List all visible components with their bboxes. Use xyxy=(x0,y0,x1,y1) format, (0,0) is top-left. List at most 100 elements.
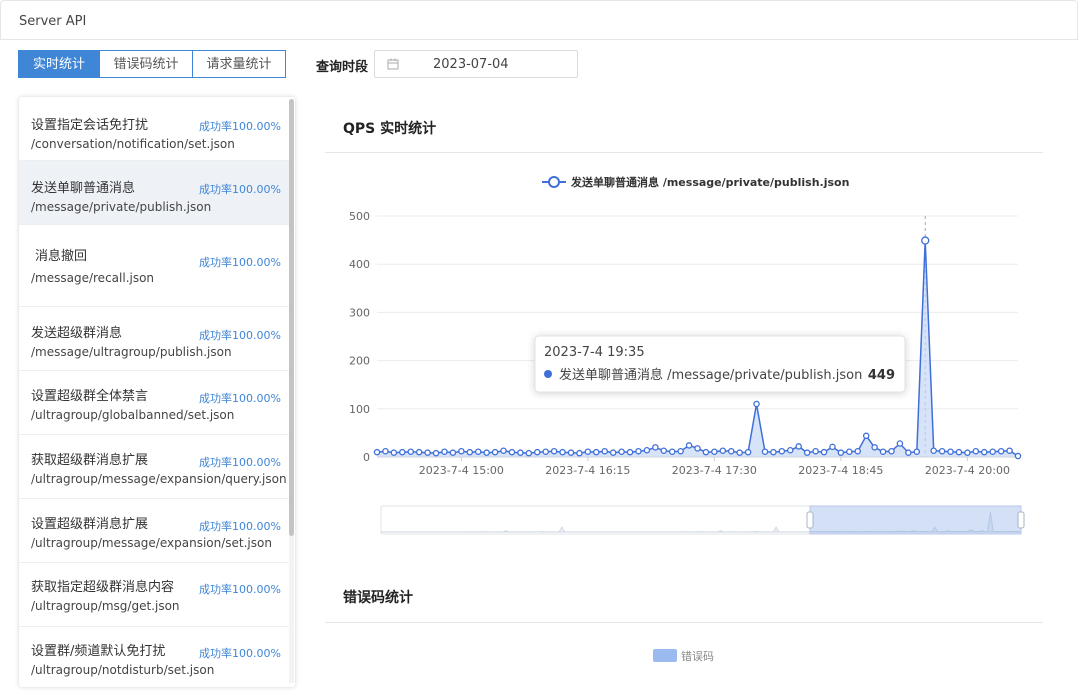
list-item-selected[interactable]: 发送单聊普通消息 成功率100.00% /message/private/pub… xyxy=(19,161,289,225)
data-point[interactable] xyxy=(989,448,996,455)
data-point[interactable] xyxy=(846,448,853,455)
list-item[interactable]: 设置超级群全体禁言 成功率100.00% /ultragroup/globalb… xyxy=(19,371,289,435)
data-zoom-slider[interactable] xyxy=(380,505,1025,535)
data-point[interactable] xyxy=(491,448,499,456)
data-point[interactable] xyxy=(643,447,651,454)
data-point[interactable] xyxy=(1006,447,1013,454)
data-point[interactable] xyxy=(702,448,710,456)
data-point[interactable] xyxy=(373,448,381,456)
data-point[interactable] xyxy=(964,449,971,456)
data-point[interactable] xyxy=(390,449,398,456)
data-point[interactable] xyxy=(837,449,845,456)
data-point[interactable] xyxy=(652,444,659,451)
data-point[interactable] xyxy=(787,447,794,454)
data-point[interactable] xyxy=(635,447,642,455)
list-item[interactable]: 设置群/频道默认免打扰 成功率100.00% /ultragroup/notdi… xyxy=(19,627,289,687)
data-point[interactable] xyxy=(905,449,912,456)
data-point[interactable] xyxy=(770,448,777,456)
chart-legend[interactable]: 发送单聊普通消息 /message/private/publish.json xyxy=(542,175,849,189)
data-point[interactable] xyxy=(854,447,862,455)
data-point[interactable] xyxy=(829,443,836,451)
data-point[interactable] xyxy=(888,447,895,455)
data-point[interactable] xyxy=(593,448,600,456)
data-point[interactable] xyxy=(955,448,963,456)
data-point[interactable] xyxy=(626,448,634,456)
tab-request-volume[interactable]: 请求量统计 xyxy=(193,50,286,78)
data-point[interactable] xyxy=(871,444,878,451)
data-point[interactable] xyxy=(466,448,474,456)
data-point[interactable] xyxy=(542,448,549,455)
date-picker[interactable]: 2023-07-04 xyxy=(374,50,578,78)
data-point[interactable] xyxy=(483,449,490,456)
data-point[interactable] xyxy=(618,448,625,455)
data-point[interactable] xyxy=(660,447,668,454)
data-point[interactable] xyxy=(415,448,423,456)
data-point[interactable] xyxy=(981,448,988,456)
data-point[interactable] xyxy=(432,449,440,457)
data-point[interactable] xyxy=(474,448,482,455)
data-point[interactable] xyxy=(407,448,414,455)
data-point[interactable] xyxy=(533,448,541,456)
data-point[interactable] xyxy=(382,447,389,455)
data-point[interactable] xyxy=(441,448,448,455)
data-point[interactable] xyxy=(753,400,760,408)
zoom-handle-right[interactable] xyxy=(1017,511,1025,529)
data-point[interactable] xyxy=(913,448,921,455)
data-point[interactable] xyxy=(609,449,617,456)
data-point[interactable] xyxy=(517,449,524,456)
data-point[interactable] xyxy=(576,449,583,457)
data-point[interactable] xyxy=(744,448,752,456)
zoom-handle-left[interactable] xyxy=(806,511,814,529)
data-point[interactable] xyxy=(677,447,684,455)
data-point[interactable] xyxy=(424,449,431,456)
data-point[interactable] xyxy=(896,440,904,447)
list-item[interactable]: 发送超级群消息 成功率100.00% /message/ultragroup/p… xyxy=(19,307,289,371)
data-point[interactable] xyxy=(559,448,566,456)
data-point[interactable] xyxy=(567,449,575,456)
list-item[interactable]: 获取指定超级群消息内容 成功率100.00% /ultragroup/msg/g… xyxy=(19,563,289,627)
data-point[interactable] xyxy=(711,448,718,455)
data-point[interactable] xyxy=(694,445,701,452)
data-point[interactable] xyxy=(930,447,937,454)
data-point[interactable] xyxy=(719,447,727,454)
data-point[interactable] xyxy=(727,447,735,455)
data-point[interactable] xyxy=(862,432,870,440)
data-point[interactable] xyxy=(584,448,592,455)
data-point[interactable] xyxy=(685,442,693,449)
zoom-selection[interactable] xyxy=(809,505,1022,535)
data-point[interactable] xyxy=(921,236,930,245)
list-item[interactable]: 消息撤回 成功率100.00% /message/recall.json xyxy=(19,225,289,307)
data-point[interactable] xyxy=(736,449,743,456)
date-value: 2023-07-04 xyxy=(433,57,509,72)
tab-realtime[interactable]: 实时统计 xyxy=(18,50,100,78)
data-point[interactable] xyxy=(972,447,980,455)
data-point[interactable] xyxy=(879,448,887,455)
data-point[interactable] xyxy=(449,449,457,456)
data-point[interactable] xyxy=(525,449,533,457)
scrollbar-thumb[interactable] xyxy=(289,99,294,536)
data-point[interactable] xyxy=(601,447,608,455)
data-point[interactable] xyxy=(500,447,507,454)
data-point[interactable] xyxy=(803,449,811,456)
data-point[interactable] xyxy=(947,448,954,455)
data-point[interactable] xyxy=(938,447,946,455)
data-point[interactable] xyxy=(997,447,1005,455)
data-point[interactable] xyxy=(399,448,406,456)
data-point[interactable] xyxy=(778,447,786,455)
tab-error-codes[interactable]: 错误码统计 xyxy=(100,50,193,78)
data-point[interactable] xyxy=(550,447,558,455)
list-item[interactable]: 设置指定会话免打扰 成功率100.00% /conversation/notif… xyxy=(19,97,289,161)
data-point[interactable] xyxy=(820,448,828,456)
data-point[interactable] xyxy=(1014,452,1022,460)
data-point[interactable] xyxy=(761,448,769,455)
error-legend[interactable]: 错误码 xyxy=(653,645,714,664)
list-scrollbar[interactable] xyxy=(289,99,294,683)
list-item[interactable]: 获取超级群消息扩展 成功率100.00% /ultragroup/message… xyxy=(19,435,289,499)
data-point[interactable] xyxy=(668,448,676,455)
data-point[interactable] xyxy=(812,447,819,455)
data-point[interactable] xyxy=(508,448,516,456)
data-point[interactable] xyxy=(795,443,802,450)
list-item[interactable]: 设置超级群消息扩展 成功率100.00% /ultragroup/message… xyxy=(19,499,289,563)
data-point[interactable] xyxy=(458,447,465,455)
api-path: /message/private/publish.json xyxy=(31,200,212,214)
